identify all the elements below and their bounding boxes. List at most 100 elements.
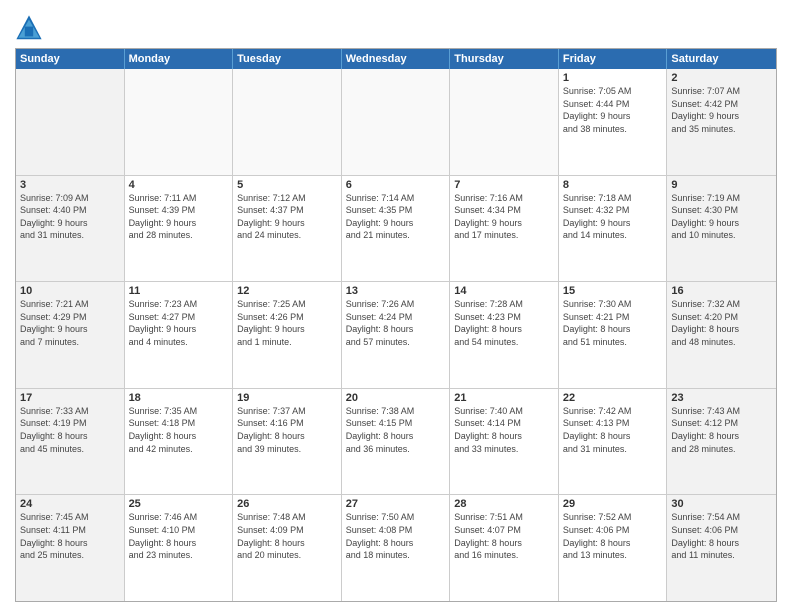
calendar-cell: 24Sunrise: 7:45 AMSunset: 4:11 PMDayligh… [16, 495, 125, 601]
day-number: 18 [129, 392, 229, 404]
calendar-cell: 25Sunrise: 7:46 AMSunset: 4:10 PMDayligh… [125, 495, 234, 601]
day-number: 2 [671, 72, 772, 84]
day-info: Sunrise: 7:42 AMSunset: 4:13 PMDaylight:… [563, 405, 663, 455]
day-info: Sunrise: 7:19 AMSunset: 4:30 PMDaylight:… [671, 192, 772, 242]
day-info: Sunrise: 7:26 AMSunset: 4:24 PMDaylight:… [346, 298, 446, 348]
calendar-cell: 2Sunrise: 7:07 AMSunset: 4:42 PMDaylight… [667, 69, 776, 175]
day-number: 11 [129, 285, 229, 297]
calendar-cell [125, 69, 234, 175]
page: SundayMondayTuesdayWednesdayThursdayFrid… [0, 0, 792, 612]
calendar-cell: 14Sunrise: 7:28 AMSunset: 4:23 PMDayligh… [450, 282, 559, 388]
calendar-cell: 20Sunrise: 7:38 AMSunset: 4:15 PMDayligh… [342, 389, 451, 495]
logo [15, 14, 45, 42]
day-info: Sunrise: 7:30 AMSunset: 4:21 PMDaylight:… [563, 298, 663, 348]
header-day-tuesday: Tuesday [233, 49, 342, 69]
day-number: 4 [129, 179, 229, 191]
day-info: Sunrise: 7:35 AMSunset: 4:18 PMDaylight:… [129, 405, 229, 455]
day-number: 27 [346, 498, 446, 510]
calendar-cell [233, 69, 342, 175]
day-number: 28 [454, 498, 554, 510]
calendar-cell: 21Sunrise: 7:40 AMSunset: 4:14 PMDayligh… [450, 389, 559, 495]
day-number: 25 [129, 498, 229, 510]
header-day-wednesday: Wednesday [342, 49, 451, 69]
header-day-saturday: Saturday [667, 49, 776, 69]
calendar-cell: 11Sunrise: 7:23 AMSunset: 4:27 PMDayligh… [125, 282, 234, 388]
logo-icon [15, 14, 43, 42]
calendar-cell: 28Sunrise: 7:51 AMSunset: 4:07 PMDayligh… [450, 495, 559, 601]
calendar-cell [342, 69, 451, 175]
calendar-cell: 18Sunrise: 7:35 AMSunset: 4:18 PMDayligh… [125, 389, 234, 495]
day-number: 19 [237, 392, 337, 404]
header-day-friday: Friday [559, 49, 668, 69]
calendar-cell: 30Sunrise: 7:54 AMSunset: 4:06 PMDayligh… [667, 495, 776, 601]
calendar-cell: 9Sunrise: 7:19 AMSunset: 4:30 PMDaylight… [667, 176, 776, 282]
calendar-row-2: 10Sunrise: 7:21 AMSunset: 4:29 PMDayligh… [16, 282, 776, 389]
day-number: 20 [346, 392, 446, 404]
day-number: 21 [454, 392, 554, 404]
calendar-cell: 26Sunrise: 7:48 AMSunset: 4:09 PMDayligh… [233, 495, 342, 601]
header [15, 10, 777, 42]
day-info: Sunrise: 7:14 AMSunset: 4:35 PMDaylight:… [346, 192, 446, 242]
calendar-cell: 5Sunrise: 7:12 AMSunset: 4:37 PMDaylight… [233, 176, 342, 282]
day-number: 23 [671, 392, 772, 404]
day-info: Sunrise: 7:37 AMSunset: 4:16 PMDaylight:… [237, 405, 337, 455]
day-number: 26 [237, 498, 337, 510]
calendar-cell: 8Sunrise: 7:18 AMSunset: 4:32 PMDaylight… [559, 176, 668, 282]
day-info: Sunrise: 7:45 AMSunset: 4:11 PMDaylight:… [20, 511, 120, 561]
day-number: 10 [20, 285, 120, 297]
calendar-cell: 7Sunrise: 7:16 AMSunset: 4:34 PMDaylight… [450, 176, 559, 282]
calendar-cell: 12Sunrise: 7:25 AMSunset: 4:26 PMDayligh… [233, 282, 342, 388]
header-day-thursday: Thursday [450, 49, 559, 69]
day-info: Sunrise: 7:43 AMSunset: 4:12 PMDaylight:… [671, 405, 772, 455]
day-number: 15 [563, 285, 663, 297]
calendar-body: 1Sunrise: 7:05 AMSunset: 4:44 PMDaylight… [16, 69, 776, 601]
day-info: Sunrise: 7:25 AMSunset: 4:26 PMDaylight:… [237, 298, 337, 348]
day-info: Sunrise: 7:12 AMSunset: 4:37 PMDaylight:… [237, 192, 337, 242]
day-number: 14 [454, 285, 554, 297]
header-day-monday: Monday [125, 49, 234, 69]
day-info: Sunrise: 7:18 AMSunset: 4:32 PMDaylight:… [563, 192, 663, 242]
calendar-cell: 13Sunrise: 7:26 AMSunset: 4:24 PMDayligh… [342, 282, 451, 388]
calendar-cell: 19Sunrise: 7:37 AMSunset: 4:16 PMDayligh… [233, 389, 342, 495]
day-number: 6 [346, 179, 446, 191]
day-info: Sunrise: 7:32 AMSunset: 4:20 PMDaylight:… [671, 298, 772, 348]
day-number: 17 [20, 392, 120, 404]
calendar-cell: 16Sunrise: 7:32 AMSunset: 4:20 PMDayligh… [667, 282, 776, 388]
day-info: Sunrise: 7:48 AMSunset: 4:09 PMDaylight:… [237, 511, 337, 561]
calendar-cell: 6Sunrise: 7:14 AMSunset: 4:35 PMDaylight… [342, 176, 451, 282]
calendar-cell: 10Sunrise: 7:21 AMSunset: 4:29 PMDayligh… [16, 282, 125, 388]
calendar-row-1: 3Sunrise: 7:09 AMSunset: 4:40 PMDaylight… [16, 176, 776, 283]
day-number: 16 [671, 285, 772, 297]
day-number: 12 [237, 285, 337, 297]
day-number: 5 [237, 179, 337, 191]
day-info: Sunrise: 7:33 AMSunset: 4:19 PMDaylight:… [20, 405, 120, 455]
day-info: Sunrise: 7:23 AMSunset: 4:27 PMDaylight:… [129, 298, 229, 348]
calendar-cell: 15Sunrise: 7:30 AMSunset: 4:21 PMDayligh… [559, 282, 668, 388]
calendar-cell: 1Sunrise: 7:05 AMSunset: 4:44 PMDaylight… [559, 69, 668, 175]
day-number: 7 [454, 179, 554, 191]
calendar-row-4: 24Sunrise: 7:45 AMSunset: 4:11 PMDayligh… [16, 495, 776, 601]
day-info: Sunrise: 7:21 AMSunset: 4:29 PMDaylight:… [20, 298, 120, 348]
header-day-sunday: Sunday [16, 49, 125, 69]
calendar: SundayMondayTuesdayWednesdayThursdayFrid… [15, 48, 777, 602]
calendar-cell: 22Sunrise: 7:42 AMSunset: 4:13 PMDayligh… [559, 389, 668, 495]
calendar-cell: 3Sunrise: 7:09 AMSunset: 4:40 PMDaylight… [16, 176, 125, 282]
day-info: Sunrise: 7:50 AMSunset: 4:08 PMDaylight:… [346, 511, 446, 561]
day-info: Sunrise: 7:05 AMSunset: 4:44 PMDaylight:… [563, 85, 663, 135]
day-number: 29 [563, 498, 663, 510]
day-number: 30 [671, 498, 772, 510]
calendar-row-0: 1Sunrise: 7:05 AMSunset: 4:44 PMDaylight… [16, 69, 776, 176]
calendar-cell: 4Sunrise: 7:11 AMSunset: 4:39 PMDaylight… [125, 176, 234, 282]
calendar-cell: 17Sunrise: 7:33 AMSunset: 4:19 PMDayligh… [16, 389, 125, 495]
day-info: Sunrise: 7:09 AMSunset: 4:40 PMDaylight:… [20, 192, 120, 242]
day-info: Sunrise: 7:28 AMSunset: 4:23 PMDaylight:… [454, 298, 554, 348]
calendar-row-3: 17Sunrise: 7:33 AMSunset: 4:19 PMDayligh… [16, 389, 776, 496]
calendar-cell [16, 69, 125, 175]
day-info: Sunrise: 7:11 AMSunset: 4:39 PMDaylight:… [129, 192, 229, 242]
day-number: 13 [346, 285, 446, 297]
day-info: Sunrise: 7:16 AMSunset: 4:34 PMDaylight:… [454, 192, 554, 242]
calendar-cell [450, 69, 559, 175]
day-number: 9 [671, 179, 772, 191]
day-number: 8 [563, 179, 663, 191]
calendar-cell: 27Sunrise: 7:50 AMSunset: 4:08 PMDayligh… [342, 495, 451, 601]
